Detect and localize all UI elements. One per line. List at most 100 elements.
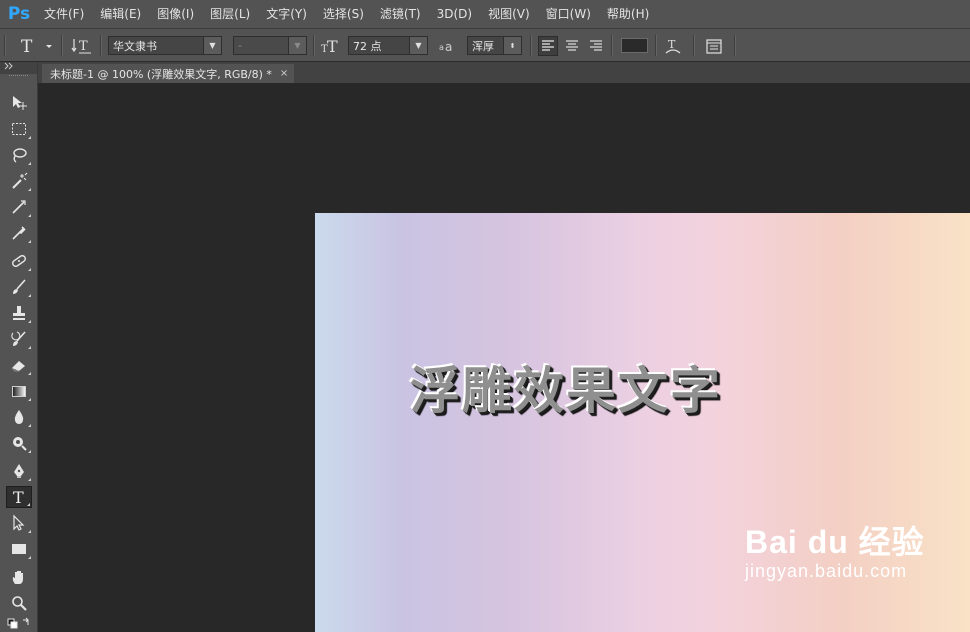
svg-text:T: T bbox=[327, 37, 338, 56]
panel-grip[interactable] bbox=[9, 75, 28, 80]
menu-filter[interactable]: 滤镜(T) bbox=[372, 0, 429, 28]
healing-brush-tool[interactable] bbox=[6, 250, 32, 272]
hand-tool[interactable] bbox=[6, 566, 32, 588]
chevron-down-icon: ▼ bbox=[288, 37, 306, 54]
antialias-select[interactable]: 浑厚 ⬍ bbox=[467, 36, 522, 55]
dodge-tool-icon bbox=[13, 437, 27, 451]
eraser-tool[interactable] bbox=[6, 354, 32, 376]
menu-edit[interactable]: 编辑(E) bbox=[92, 0, 149, 28]
healing-brush-tool-icon bbox=[12, 255, 26, 267]
menu-3d[interactable]: 3D(D) bbox=[429, 0, 480, 28]
marquee-tool-icon bbox=[12, 123, 26, 135]
divider bbox=[611, 35, 613, 56]
history-brush-tool[interactable] bbox=[6, 328, 32, 350]
orientation-toggle-button[interactable]: T bbox=[71, 29, 93, 62]
divider bbox=[61, 35, 63, 56]
svg-text:a: a bbox=[439, 43, 444, 52]
tool-preset-picker[interactable]: T bbox=[18, 29, 54, 62]
eraser-tool-icon bbox=[11, 361, 25, 372]
text-orientation-icon: T bbox=[71, 38, 91, 54]
lasso-tool[interactable] bbox=[6, 144, 32, 166]
divider bbox=[313, 35, 315, 56]
clone-stamp-tool-icon bbox=[13, 306, 25, 320]
menu-image[interactable]: 图像(I) bbox=[149, 0, 202, 28]
document-tab[interactable]: 未标题-1 @ 100% (浮雕效果文字, RGB/8) * × bbox=[42, 64, 295, 83]
tool-flyout-indicator bbox=[28, 424, 31, 427]
svg-text:T: T bbox=[21, 37, 33, 56]
hand-tool-icon bbox=[12, 571, 23, 584]
blur-tool-icon bbox=[14, 410, 24, 424]
tool-flyout-indicator bbox=[28, 240, 31, 243]
font-size-icon: T T bbox=[321, 37, 338, 56]
align-center-icon bbox=[566, 40, 578, 51]
menu-view[interactable]: 视图(V) bbox=[480, 0, 538, 28]
eyedropper-tool[interactable] bbox=[6, 222, 32, 244]
menu-select[interactable]: 选择(S) bbox=[315, 0, 372, 28]
watermark-url: jingyan.baidu.com bbox=[745, 561, 908, 581]
type-tool[interactable]: T bbox=[6, 486, 32, 508]
menu-type[interactable]: 文字(Y) bbox=[258, 0, 315, 28]
tool-flyout-indicator bbox=[28, 136, 31, 139]
photoshop-logo: Ps bbox=[7, 4, 31, 24]
align-right-button[interactable] bbox=[586, 36, 606, 56]
text-tool-icon: T bbox=[21, 37, 52, 56]
gradient-tool[interactable] bbox=[6, 380, 32, 402]
divider bbox=[4, 35, 6, 56]
tool-flyout-indicator bbox=[28, 294, 31, 297]
color-swap-controls[interactable] bbox=[6, 614, 32, 632]
tool-flyout-indicator bbox=[28, 268, 31, 271]
font-family-value: 华文隶书 bbox=[113, 39, 157, 53]
font-style-value: - bbox=[238, 39, 242, 52]
divider bbox=[655, 35, 657, 56]
pen-tool[interactable] bbox=[6, 460, 32, 482]
options-bar: T T 华文隶书 ▼ - ▼ T T 72 点 ▼ a a 浑厚 ⬍ T bbox=[0, 28, 970, 62]
zoom-tool[interactable] bbox=[6, 592, 32, 614]
magic-wand-tool-icon bbox=[12, 172, 28, 189]
chevron-down-icon: ▼ bbox=[203, 37, 221, 54]
character-panel-button[interactable] bbox=[704, 29, 724, 62]
rectangle-tool[interactable] bbox=[6, 538, 32, 560]
clone-stamp-tool[interactable] bbox=[6, 302, 32, 324]
blur-tool[interactable] bbox=[6, 406, 32, 428]
menu-help[interactable]: 帮助(H) bbox=[599, 0, 657, 28]
menu-layer[interactable]: 图层(L) bbox=[202, 0, 258, 28]
align-left-button[interactable] bbox=[538, 36, 558, 56]
brush-tool-icon bbox=[13, 279, 26, 294]
tools-panel-collapse[interactable] bbox=[0, 62, 37, 74]
tool-flyout-indicator bbox=[28, 478, 31, 481]
embossed-text-layer[interactable]: 浮雕效果文字 bbox=[410, 351, 850, 423]
dodge-tool[interactable] bbox=[6, 432, 32, 454]
lasso-tool-icon bbox=[13, 148, 27, 163]
menu-window[interactable]: 窗口(W) bbox=[538, 0, 599, 28]
tool-flyout-indicator bbox=[28, 372, 31, 375]
crop-tool[interactable] bbox=[6, 196, 32, 218]
font-size-icon-wrap: T T bbox=[320, 29, 342, 62]
menu-file[interactable]: 文件(F) bbox=[36, 0, 92, 28]
svg-text:T: T bbox=[13, 488, 24, 506]
text-color-swatch[interactable] bbox=[621, 38, 648, 53]
marquee-tool[interactable] bbox=[6, 118, 32, 140]
divider bbox=[734, 35, 736, 56]
path-selection-tool[interactable] bbox=[6, 512, 32, 534]
pen-tool-icon bbox=[14, 464, 24, 478]
brush-tool[interactable] bbox=[6, 276, 32, 298]
document-tab-bar: 未标题-1 @ 100% (浮雕效果文字, RGB/8) * × bbox=[38, 62, 970, 83]
align-center-button[interactable] bbox=[562, 36, 582, 56]
tool-flyout-indicator bbox=[28, 398, 31, 401]
font-size-select[interactable]: 72 点 ▼ bbox=[348, 36, 428, 55]
antialias-icon: a a bbox=[439, 40, 452, 54]
close-icon[interactable]: × bbox=[280, 68, 288, 79]
divider bbox=[530, 35, 532, 56]
swap-colors-icon bbox=[7, 617, 29, 629]
tool-flyout-indicator bbox=[28, 556, 31, 559]
magic-wand-tool[interactable] bbox=[6, 170, 32, 192]
path-selection-tool-icon bbox=[13, 514, 25, 531]
font-family-select[interactable]: 华文隶书 ▼ bbox=[108, 36, 222, 55]
gradient-tool-icon bbox=[12, 386, 26, 397]
tool-flyout-indicator bbox=[28, 346, 31, 349]
warp-text-button[interactable]: T bbox=[663, 29, 683, 62]
tool-flyout-indicator bbox=[28, 162, 31, 165]
font-style-select[interactable]: - ▼ bbox=[233, 36, 307, 55]
svg-text:T: T bbox=[668, 38, 676, 51]
move-tool[interactable] bbox=[6, 92, 32, 114]
